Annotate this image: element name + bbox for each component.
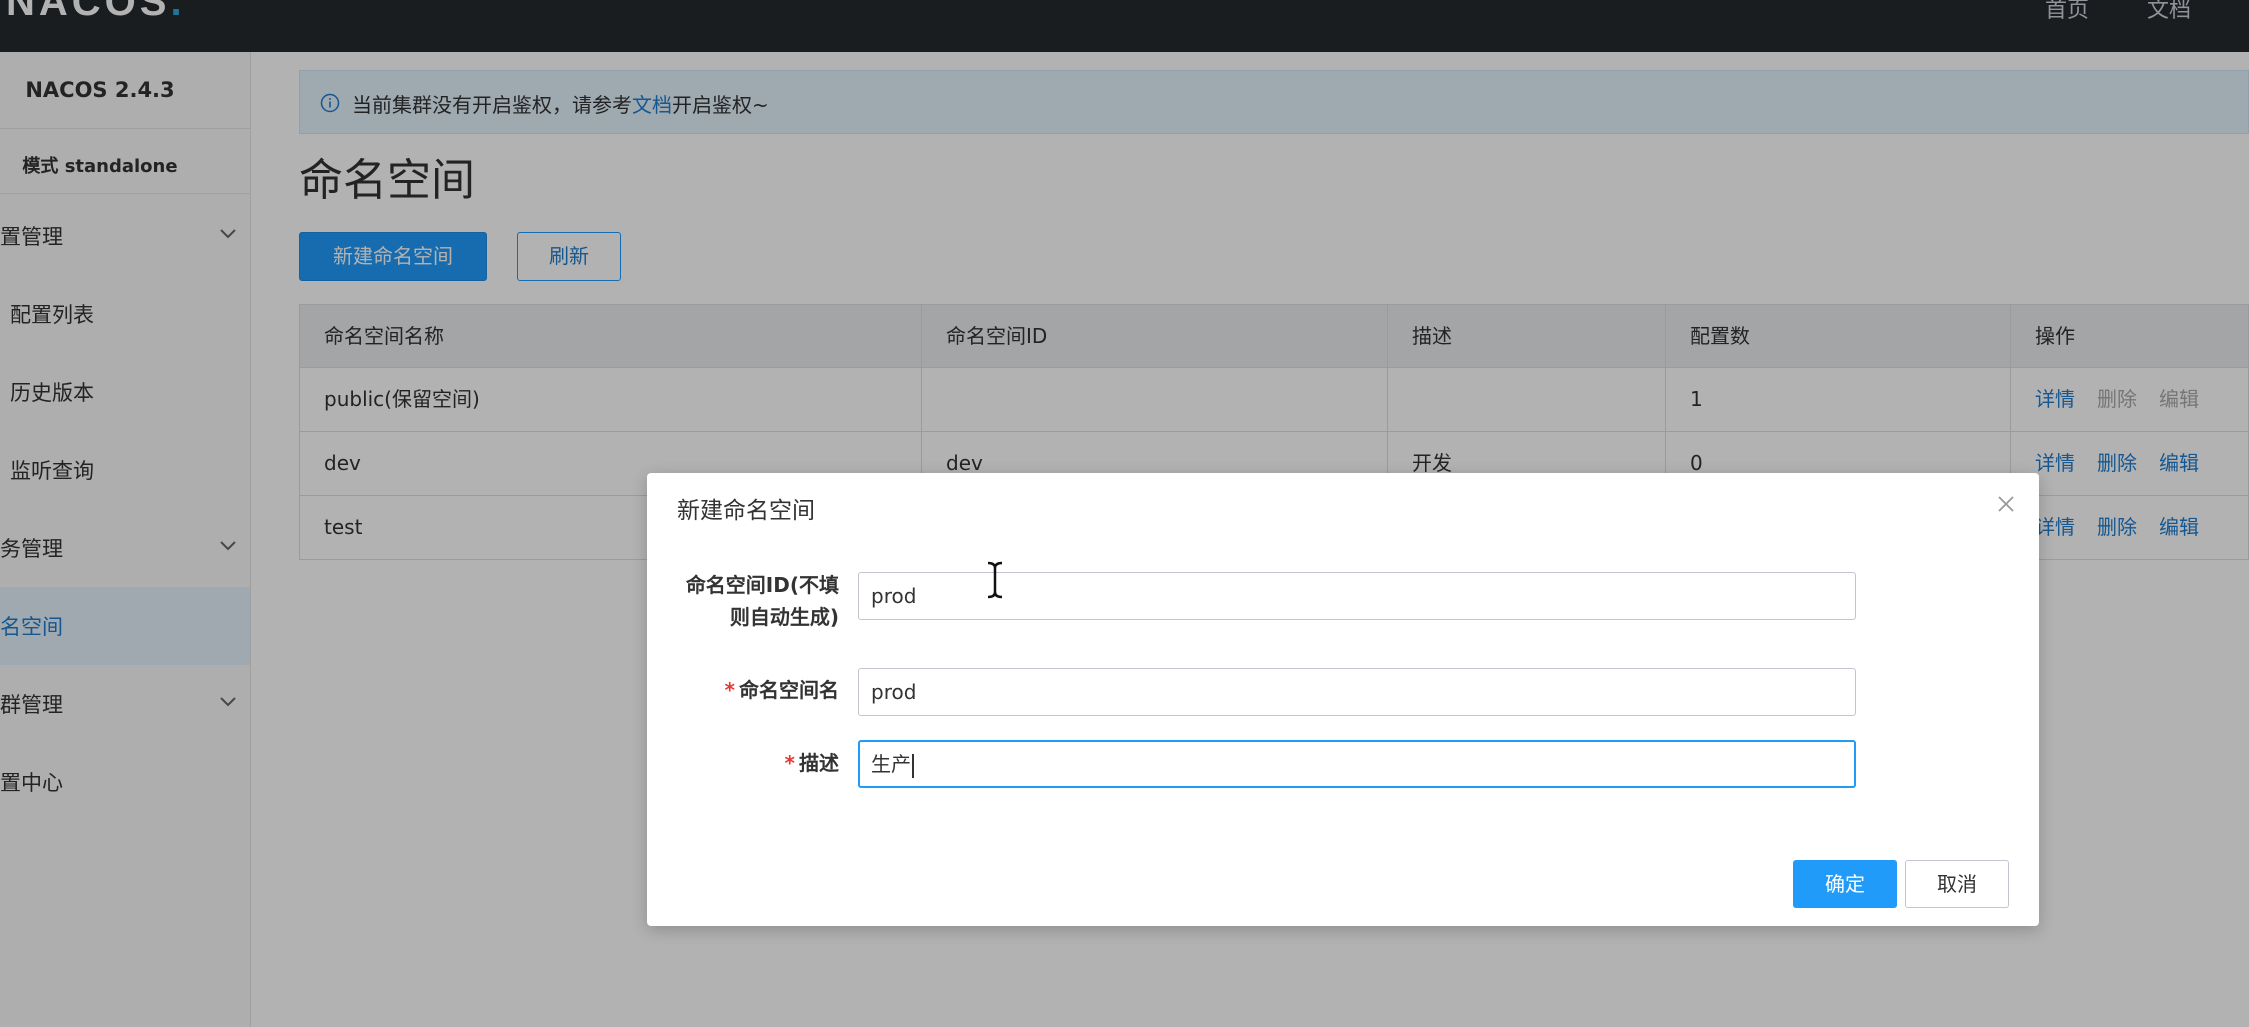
confirm-button[interactable]: 确定 [1793, 860, 1897, 908]
close-icon[interactable] [1995, 493, 2017, 515]
namespace-name-label: * 命名空间名 [724, 678, 839, 702]
namespace-id-input[interactable]: prod [858, 572, 1856, 620]
text-cursor-icon [987, 561, 1003, 599]
text-caret [912, 753, 914, 778]
dialog-title: 新建命名空间 [677, 498, 815, 524]
namespace-id-label: 命名空间ID(不填 则自动生成) [685, 573, 839, 629]
description-label: * 描述 [784, 751, 839, 775]
cancel-button[interactable]: 取消 [1905, 860, 2009, 908]
namespace-name-input[interactable]: prod [858, 668, 1856, 716]
description-input[interactable]: 生产 [858, 740, 1856, 788]
new-namespace-dialog: 新建命名空间 命名空间ID(不填 则自动生成) prod * 命名空间名 prod… [647, 473, 2039, 926]
